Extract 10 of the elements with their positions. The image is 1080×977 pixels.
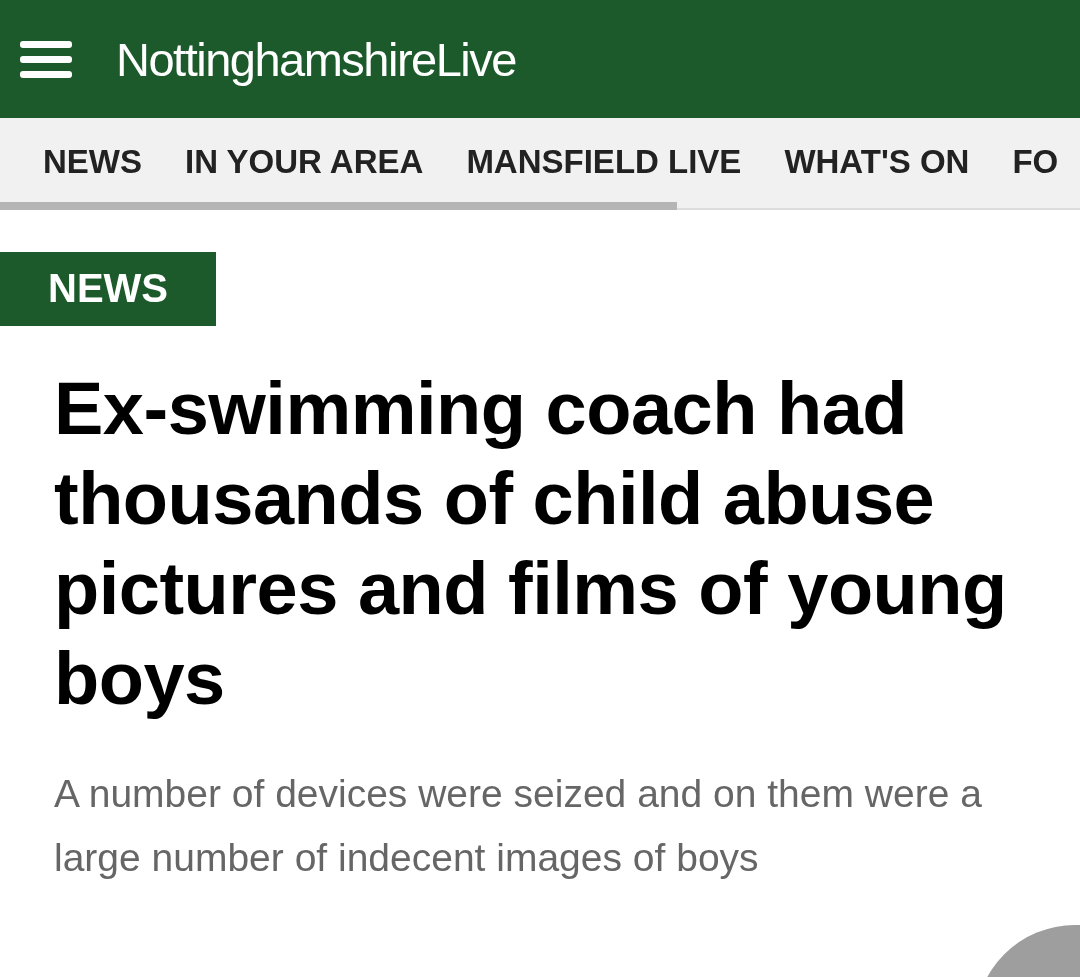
nav-link[interactable]: NEWS bbox=[43, 143, 142, 181]
nav-link[interactable]: MANSFIELD LIVE bbox=[466, 143, 742, 181]
nav-link[interactable]: FO bbox=[1012, 143, 1059, 181]
nav-link[interactable]: WHAT'S ON bbox=[784, 143, 970, 181]
site-logo[interactable]: NottinghamshireLive bbox=[116, 31, 516, 87]
standfirst: A number of devices were seized and on them were a large number of indecent images of boys bbox=[54, 771, 983, 881]
section-tag[interactable]: NEWS bbox=[0, 252, 216, 326]
menu-icon[interactable] bbox=[20, 39, 72, 79]
nav-link[interactable]: IN YOUR AREA bbox=[185, 143, 424, 181]
headline: Ex-swimming coach had thousands of child abuse pictures and films of young boys bbox=[54, 366, 1008, 722]
